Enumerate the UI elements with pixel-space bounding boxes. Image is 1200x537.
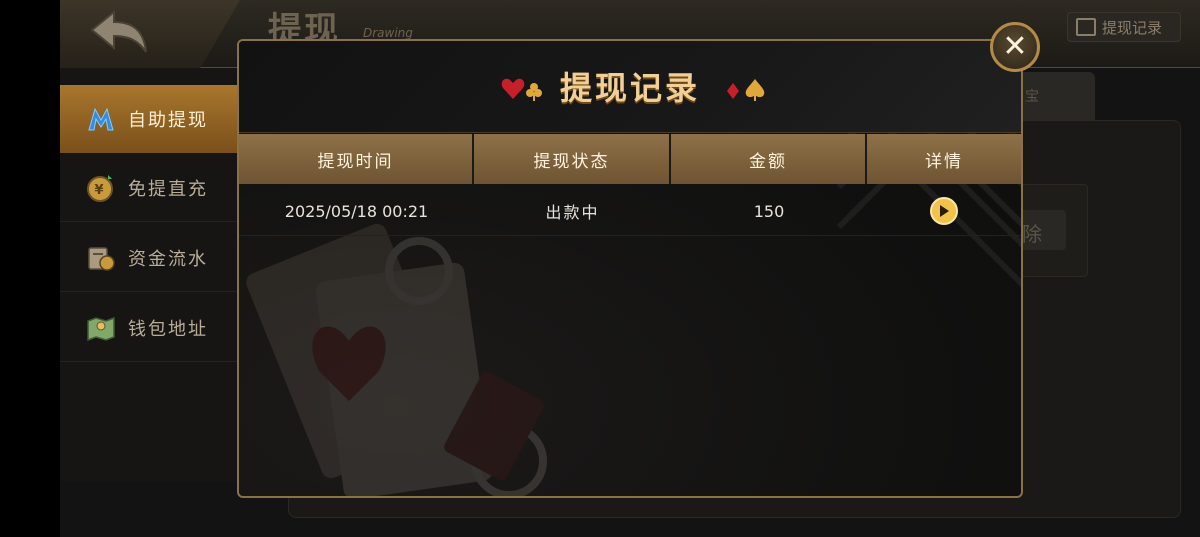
row-time: 2025/05/18 00:21 [284,201,429,221]
back-button[interactable] [60,0,240,68]
withdraw-records-modal: 提现记录 提现时间 提现状态 金额 详情 2025/05/18 00:21 出款… [237,39,1023,498]
column-header-detail: 详情 [867,134,1021,184]
sidebar-item-wallet-address[interactable]: 钱包地址 [60,294,238,362]
sidebar-item-label: 资金流水 [128,248,208,270]
history-list-icon [1076,18,1096,36]
records-table-header: 提现时间 提现状态 金额 详情 [239,134,1021,184]
page-subtitle: Drawing [363,26,413,40]
column-header-time: 提现时间 [239,134,474,184]
arrow-right-circle-icon [940,205,949,217]
modal-title: 提现记录 [559,69,700,107]
sidebar-item-self-withdraw[interactable]: 自助提现 [60,85,238,153]
column-header-amount: 金额 [671,134,867,184]
withdraw-history-label: 提现记录 [1102,18,1163,37]
sidebar-item-fund-flow[interactable]: 资金流水 [60,224,238,292]
wallet-map-icon [87,316,115,341]
sidebar-item-label: 免提直充 [128,178,208,200]
table-row: 2025/05/18 00:21 出款中 150 [239,186,1021,236]
modal-header: 提现记录 [239,41,1021,133]
row-detail-cell [867,186,1021,236]
row-amount: 150 [753,201,785,221]
diamond-spade-suits-icon [727,79,765,101]
background-delete-button: 除 [1018,210,1066,250]
sidebar-item-label: 钱包地址 [128,318,208,340]
sidebar-item-label: 自助提现 [128,110,208,131]
back-arrow-icon [90,9,147,53]
yuan-coin-icon: ¥ [87,174,113,202]
sidebar: 自助提现 ¥ 免提直充 资金流水 钱包地址 [60,68,238,481]
column-header-status: 提现状态 [474,134,671,184]
row-status: 出款中 [545,203,600,222]
screen: 提现 Drawing 提现记录 自助提现 ¥ 免提直充 资金流水 钱包地址 宝 … [0,0,1200,537]
m-logo-icon [88,107,114,131]
svg-text:¥: ¥ [94,183,105,198]
detail-button[interactable] [930,197,958,225]
sidebar-item-direct-recharge[interactable]: ¥ 免提直充 [60,154,238,222]
ledger-coin-icon [88,246,115,271]
close-button[interactable]: ✕ [990,22,1040,72]
withdraw-history-button[interactable]: 提现记录 [1067,12,1181,42]
close-icon: ✕ [1002,29,1028,64]
